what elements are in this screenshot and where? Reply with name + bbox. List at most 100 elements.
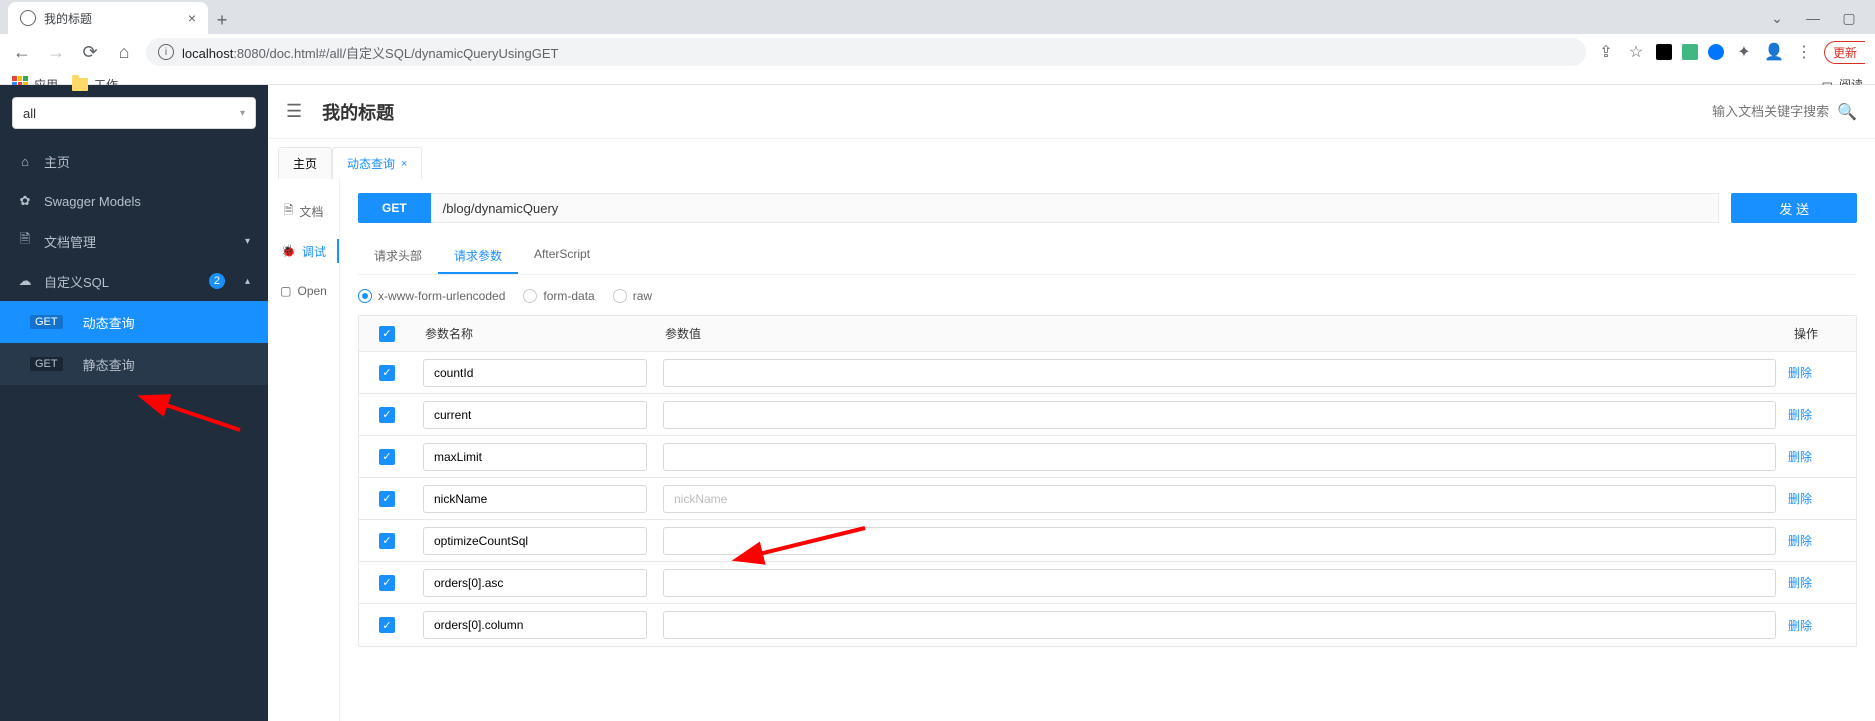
update-button[interactable]: 更新 bbox=[1824, 41, 1865, 64]
star-icon[interactable]: ☆ bbox=[1626, 42, 1646, 62]
col-header-value: 参数值 bbox=[655, 317, 1784, 350]
delete-link[interactable]: 删除 bbox=[1788, 450, 1812, 464]
delete-link[interactable]: 删除 bbox=[1788, 366, 1812, 380]
gear-icon: ✿ bbox=[18, 193, 32, 209]
body-type-radios: x-www-form-urlencoded form-data raw bbox=[358, 289, 1857, 303]
table-row: ✓ 删除 bbox=[359, 394, 1856, 436]
rail-label: 调试 bbox=[302, 243, 326, 260]
http-method-badge[interactable]: GET bbox=[358, 193, 431, 223]
back-icon[interactable]: ← bbox=[10, 40, 34, 64]
forward-icon[interactable]: → bbox=[44, 40, 68, 64]
param-value-input[interactable] bbox=[663, 401, 1776, 429]
profile-icon[interactable]: 👤 bbox=[1764, 42, 1784, 62]
favicon-icon bbox=[20, 10, 36, 26]
row-checkbox[interactable]: ✓ bbox=[379, 617, 395, 633]
address-actions: ⇪ ☆ ✦ 👤 ⋮ 更新 bbox=[1596, 41, 1865, 64]
subtab-params[interactable]: 请求参数 bbox=[438, 239, 518, 274]
radio-raw[interactable]: raw bbox=[613, 289, 652, 303]
minimize-icon[interactable]: — bbox=[1799, 10, 1827, 26]
delete-link[interactable]: 删除 bbox=[1788, 619, 1812, 633]
open-icon: ▢ bbox=[280, 284, 291, 298]
maximize-icon[interactable]: ▢ bbox=[1835, 10, 1863, 27]
search-box: 🔍 bbox=[1689, 102, 1857, 122]
tab-home[interactable]: 主页 bbox=[278, 147, 332, 179]
sidebar-item-swagger[interactable]: ✿ Swagger Models bbox=[0, 181, 268, 221]
delete-link[interactable]: 删除 bbox=[1788, 408, 1812, 422]
radio-formdata[interactable]: form-data bbox=[523, 289, 594, 303]
subtab-afterscript[interactable]: AfterScript bbox=[518, 239, 606, 274]
table-row: ✓ 删除 bbox=[359, 562, 1856, 604]
radio-label: raw bbox=[633, 289, 652, 303]
param-name-input[interactable] bbox=[423, 401, 647, 429]
sidebar-item-customsql[interactable]: ☁ 自定义SQL 2 ▴ bbox=[0, 261, 268, 301]
row-checkbox[interactable]: ✓ bbox=[379, 533, 395, 549]
file-icon: 🗎 bbox=[284, 201, 294, 222]
tab-dynamic[interactable]: 动态查询 × bbox=[332, 147, 422, 179]
param-value-input[interactable] bbox=[663, 527, 1776, 555]
param-name-input[interactable] bbox=[423, 569, 647, 597]
reload-icon[interactable]: ⟳ bbox=[78, 40, 102, 64]
bug-icon: 🐞 bbox=[281, 244, 296, 258]
rail-debug[interactable]: 🐞 调试 bbox=[268, 231, 339, 271]
param-value-input[interactable] bbox=[663, 443, 1776, 471]
share-icon[interactable]: ⇪ bbox=[1596, 42, 1616, 62]
left-rail: 🗎 文档 🐞 调试 ▢ Open bbox=[268, 179, 340, 721]
tab-close-icon[interactable]: × bbox=[188, 10, 196, 26]
browser-tab-active[interactable]: 我的标题 × bbox=[8, 2, 208, 34]
param-name-input[interactable] bbox=[423, 611, 647, 639]
url-text: localhost:8080/doc.html#/all/自定义SQL/dyna… bbox=[182, 43, 558, 62]
sidebar-item-label: 主页 bbox=[44, 152, 70, 171]
param-name-input[interactable] bbox=[423, 443, 647, 471]
param-name-input[interactable] bbox=[423, 485, 647, 513]
search-input[interactable] bbox=[1689, 104, 1829, 119]
new-tab-button[interactable]: + bbox=[208, 6, 236, 34]
row-checkbox[interactable]: ✓ bbox=[379, 491, 395, 507]
menu-toggle-icon[interactable]: ☰ bbox=[286, 101, 302, 122]
home-icon[interactable]: ⌂ bbox=[112, 40, 136, 64]
sidebar-item-docmgr[interactable]: 🗎 文档管理 ▾ bbox=[0, 221, 268, 261]
subtab-headers[interactable]: 请求头部 bbox=[358, 239, 438, 274]
tab-strip: 我的标题 × + ⌄ — ▢ bbox=[0, 0, 1875, 34]
sidebar-item-label: Swagger Models bbox=[44, 194, 141, 209]
checkbox-all[interactable]: ✓ bbox=[379, 326, 395, 342]
param-value-input[interactable] bbox=[663, 359, 1776, 387]
extension-dark-icon[interactable] bbox=[1656, 44, 1672, 60]
send-button[interactable]: 发 送 bbox=[1731, 193, 1857, 223]
menu-icon[interactable]: ⋮ bbox=[1794, 42, 1814, 62]
delete-link[interactable]: 删除 bbox=[1788, 534, 1812, 548]
request-path[interactable]: /blog/dynamicQuery bbox=[431, 193, 1720, 223]
extension-vue-icon[interactable] bbox=[1682, 44, 1698, 60]
delete-link[interactable]: 删除 bbox=[1788, 576, 1812, 590]
row-checkbox[interactable]: ✓ bbox=[379, 365, 395, 381]
sidebar-subitem-static[interactable]: GET 静态查询 bbox=[0, 343, 268, 385]
address-bar: ← → ⟳ ⌂ i localhost:8080/doc.html#/all/自… bbox=[0, 34, 1875, 70]
table-row: ✓ 删除 bbox=[359, 436, 1856, 478]
radio-urlencoded[interactable]: x-www-form-urlencoded bbox=[358, 289, 505, 303]
param-value-input[interactable] bbox=[663, 485, 1776, 513]
sidebar-subitem-dynamic[interactable]: GET 动态查询 bbox=[0, 301, 268, 343]
param-name-input[interactable] bbox=[423, 359, 647, 387]
rail-doc[interactable]: 🗎 文档 bbox=[268, 191, 339, 231]
search-icon[interactable]: 🔍 bbox=[1837, 102, 1857, 122]
chevron-down-icon[interactable]: ⌄ bbox=[1763, 10, 1791, 27]
row-checkbox[interactable]: ✓ bbox=[379, 449, 395, 465]
param-name-input[interactable] bbox=[423, 527, 647, 555]
count-badge: 2 bbox=[209, 273, 225, 289]
group-select[interactable]: all ▾ bbox=[12, 97, 256, 129]
home-icon: ⌂ bbox=[18, 154, 32, 169]
row-checkbox[interactable]: ✓ bbox=[379, 407, 395, 423]
url-input[interactable]: i localhost:8080/doc.html#/all/自定义SQL/dy… bbox=[146, 38, 1586, 66]
extension-blue-icon[interactable] bbox=[1708, 44, 1724, 60]
rail-open[interactable]: ▢ Open bbox=[268, 271, 339, 311]
param-table: ✓ 参数名称 参数值 操作 ✓删除✓删除✓删除✓删除✓删除✓删除✓删除 bbox=[358, 315, 1857, 647]
row-checkbox[interactable]: ✓ bbox=[379, 575, 395, 591]
sidebar: all ▾ ⌂ 主页 ✿ Swagger Models 🗎 文档管理 ▾ ☁ 自… bbox=[0, 85, 268, 721]
sidebar-item-home[interactable]: ⌂ 主页 bbox=[0, 141, 268, 181]
radio-dot-icon bbox=[613, 289, 627, 303]
param-value-input[interactable] bbox=[663, 569, 1776, 597]
extensions-icon[interactable]: ✦ bbox=[1734, 42, 1754, 62]
site-info-icon[interactable]: i bbox=[158, 44, 174, 60]
param-value-input[interactable] bbox=[663, 611, 1776, 639]
tab-close-icon[interactable]: × bbox=[401, 158, 407, 170]
delete-link[interactable]: 删除 bbox=[1788, 492, 1812, 506]
